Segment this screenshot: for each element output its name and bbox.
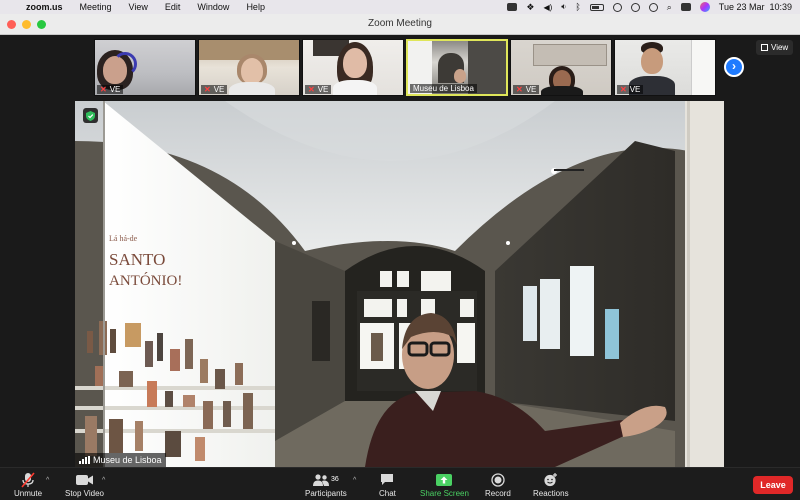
participant-tile[interactable]: ✕ VE [302,39,404,96]
view-button[interactable]: View [756,40,794,55]
video-camera-icon [75,470,94,489]
participant-tile[interactable]: ✕ VE [198,39,300,96]
participants-options-chevron-icon[interactable]: ^ [353,477,356,484]
unmute-button[interactable]: Unmute [14,470,42,498]
record-button[interactable]: Record [485,470,511,498]
control-center-icon[interactable] [680,3,691,11]
wall-text-line1: Lá há-de [109,234,138,243]
mic-muted-icon: ✕ [308,85,315,94]
chat-button[interactable]: Chat [379,470,396,498]
participants-button[interactable]: 36 Participants [305,470,347,498]
participant-name-tag: ✕ VE [513,85,540,94]
menu-edit[interactable]: Edit [165,2,181,12]
battery-icon[interactable] [589,3,604,11]
menu-window[interactable]: Window [197,2,229,12]
mic-muted-icon: ✕ [620,85,627,94]
grid-view-icon [761,44,768,51]
participants-icon [313,473,329,486]
speaker-name: Museu de Lisboa [93,455,162,465]
audio-icon[interactable]: ◀) [543,3,552,12]
smiley-plus-icon [543,470,558,489]
siri-icon[interactable] [699,2,710,12]
mic-muted-icon [21,470,35,489]
record-label: Record [485,489,511,498]
menu-app-name[interactable]: zoom.us [26,2,63,12]
share-screen-label: Share Screen [420,489,469,498]
meeting-area: ✕ VE ✕ VE ✕ VE Museu de Lisboa ✕ VE ✕ VE… [0,35,800,467]
menu-view[interactable]: View [129,2,148,12]
bluetooth-icon[interactable]: ᛒ [575,2,580,12]
volume-icon[interactable]: 🔉︎ [561,2,566,12]
dropbox-icon[interactable]: ❖ [526,2,534,13]
meeting-toolbar: Unmute ^ Stop Video ^ 36 Participants ^ … [0,467,800,500]
reactions-button[interactable]: Reactions [533,470,569,498]
next-page-button[interactable]: › [724,57,744,77]
participant-name-tag: ✕ VE [617,85,644,94]
stop-video-label: Stop Video [65,489,104,498]
participants-label: Participants [305,489,347,498]
search-icon[interactable]: ⌕ [667,2,672,13]
leave-button[interactable]: Leave [753,476,793,494]
mic-muted-icon: ✕ [100,85,107,94]
participant-video [454,69,466,83]
reactions-label: Reactions [533,489,569,498]
menu-help[interactable]: Help [246,2,265,12]
clock-icon[interactable] [648,2,658,12]
record-icon [491,470,505,489]
participant-tile[interactable]: ✕ VE [510,39,612,96]
macos-menubar: zoom.us Meeting View Edit Window Help ❖ … [0,0,800,14]
unmute-label: Unmute [14,489,43,498]
participant-name-tag: ✕ VE [97,85,124,94]
gallery-strip: ✕ VE ✕ VE ✕ VE Museu de Lisboa ✕ VE ✕ VE [94,39,716,96]
chat-bubble-icon [380,470,394,489]
menu-meeting[interactable]: Meeting [80,2,112,12]
chevron-right-icon: › [732,59,736,73]
speaker-name-tag: Museu de Lisboa [75,453,166,467]
participant-count: 36 [331,476,339,483]
window-title: Zoom Meeting [368,18,432,29]
museum-scene: Lá há-de SANTO ANTÓNIO! [75,101,724,467]
wifi-icon[interactable] [612,2,622,12]
encryption-shield-icon[interactable] [83,108,98,123]
stop-video-button[interactable]: Stop Video [65,470,104,498]
participant-tile-active[interactable]: Museu de Lisboa [406,39,508,96]
menubar-datetime[interactable]: Tue 23 Mar 10:39 [719,2,792,12]
mic-muted-icon: ✕ [516,85,523,94]
wall-text-line3: ANTÓNIO! [109,272,182,289]
signal-bars-icon [79,456,90,464]
participant-name-tag: Museu de Lisboa [410,84,477,93]
share-screen-button[interactable]: Share Screen [420,470,469,498]
participant-tile[interactable]: ✕ VE [94,39,196,96]
window-titlebar: Zoom Meeting [0,14,800,35]
chat-label: Chat [379,489,396,498]
mic-muted-icon: ✕ [204,85,211,94]
participant-tile[interactable]: ✕ VE [614,39,716,96]
wall-text-line2: SANTO [109,250,165,269]
video-options-chevron-icon[interactable]: ^ [102,477,105,484]
user-icon[interactable] [630,2,640,12]
participant-name-tag: ✕ VE [201,85,228,94]
view-label: View [771,43,789,52]
main-speaker-video: Lá há-de SANTO ANTÓNIO! Museu de Lisboa [75,101,724,467]
share-screen-icon [436,470,453,489]
zoom-status-icon[interactable] [507,3,518,11]
participant-name-tag: ✕ VE [305,85,332,94]
audio-options-chevron-icon[interactable]: ^ [46,477,49,484]
